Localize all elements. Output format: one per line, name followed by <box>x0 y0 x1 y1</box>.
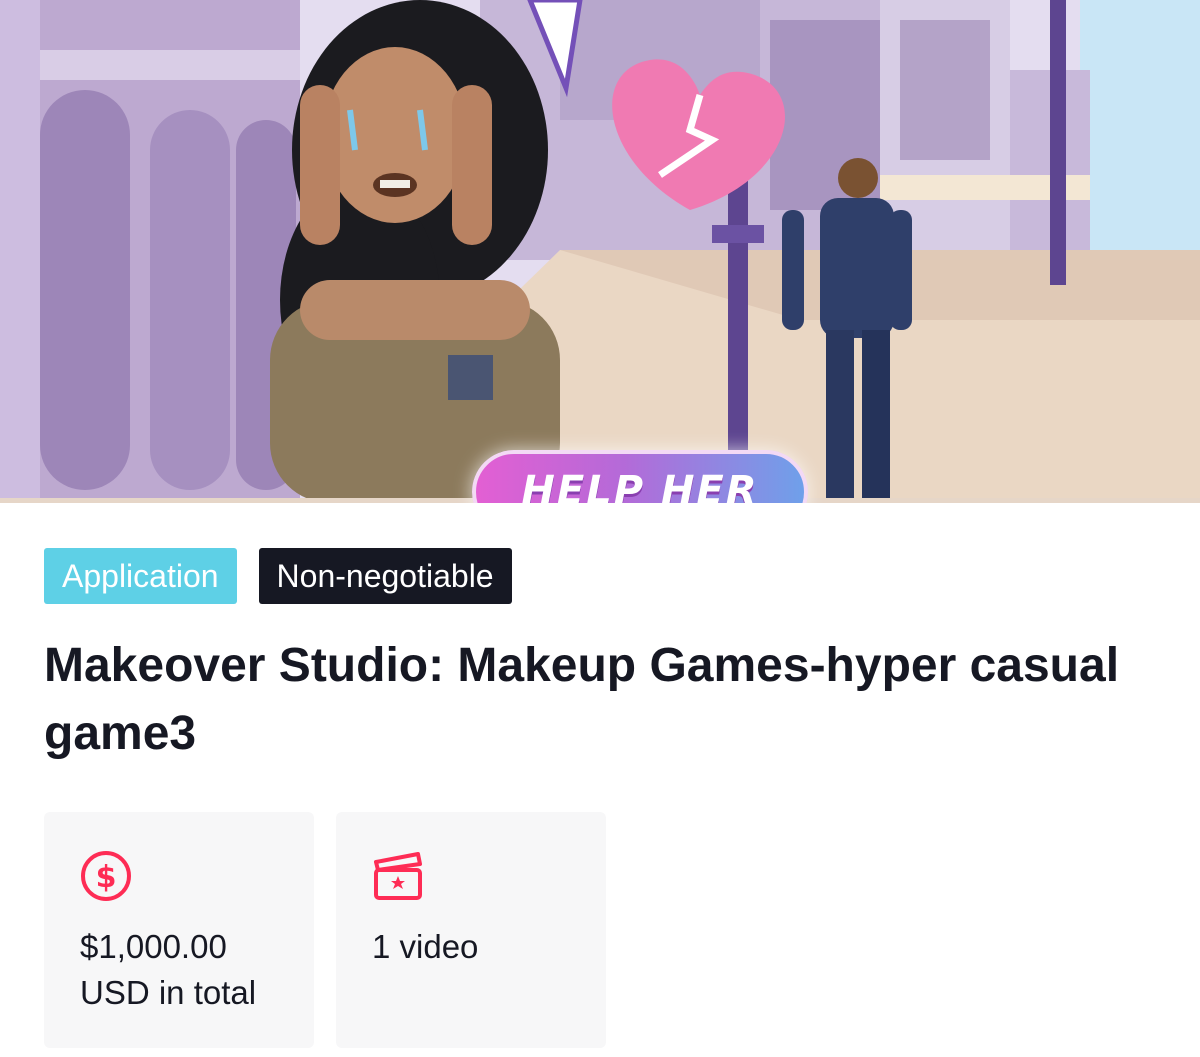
video-clapper-icon <box>374 852 422 900</box>
budget-amount: $1,000.00 <box>80 928 227 965</box>
tag-row: Application Non-negotiable <box>44 548 512 604</box>
game-scene-illustration <box>0 0 1200 503</box>
application-tag: Application <box>44 548 237 604</box>
help-her-button[interactable]: HELP HER <box>472 450 808 503</box>
budget-card: $ $1,000.00 USD in total <box>44 812 314 1048</box>
dollar-icon: $ <box>81 851 131 901</box>
video-count-card: 1 video <box>336 812 606 1048</box>
help-her-label: HELP HER <box>521 468 759 503</box>
hero-image: HELP HER <box>0 0 1200 503</box>
svg-text:$: $ <box>96 860 117 895</box>
video-count: 1 video <box>372 928 479 965</box>
budget-unit: USD in total <box>80 974 257 1011</box>
non-negotiable-tag: Non-negotiable <box>258 548 512 604</box>
campaign-title: Makeover Studio: Makeup Games-hyper casu… <box>44 639 1120 760</box>
